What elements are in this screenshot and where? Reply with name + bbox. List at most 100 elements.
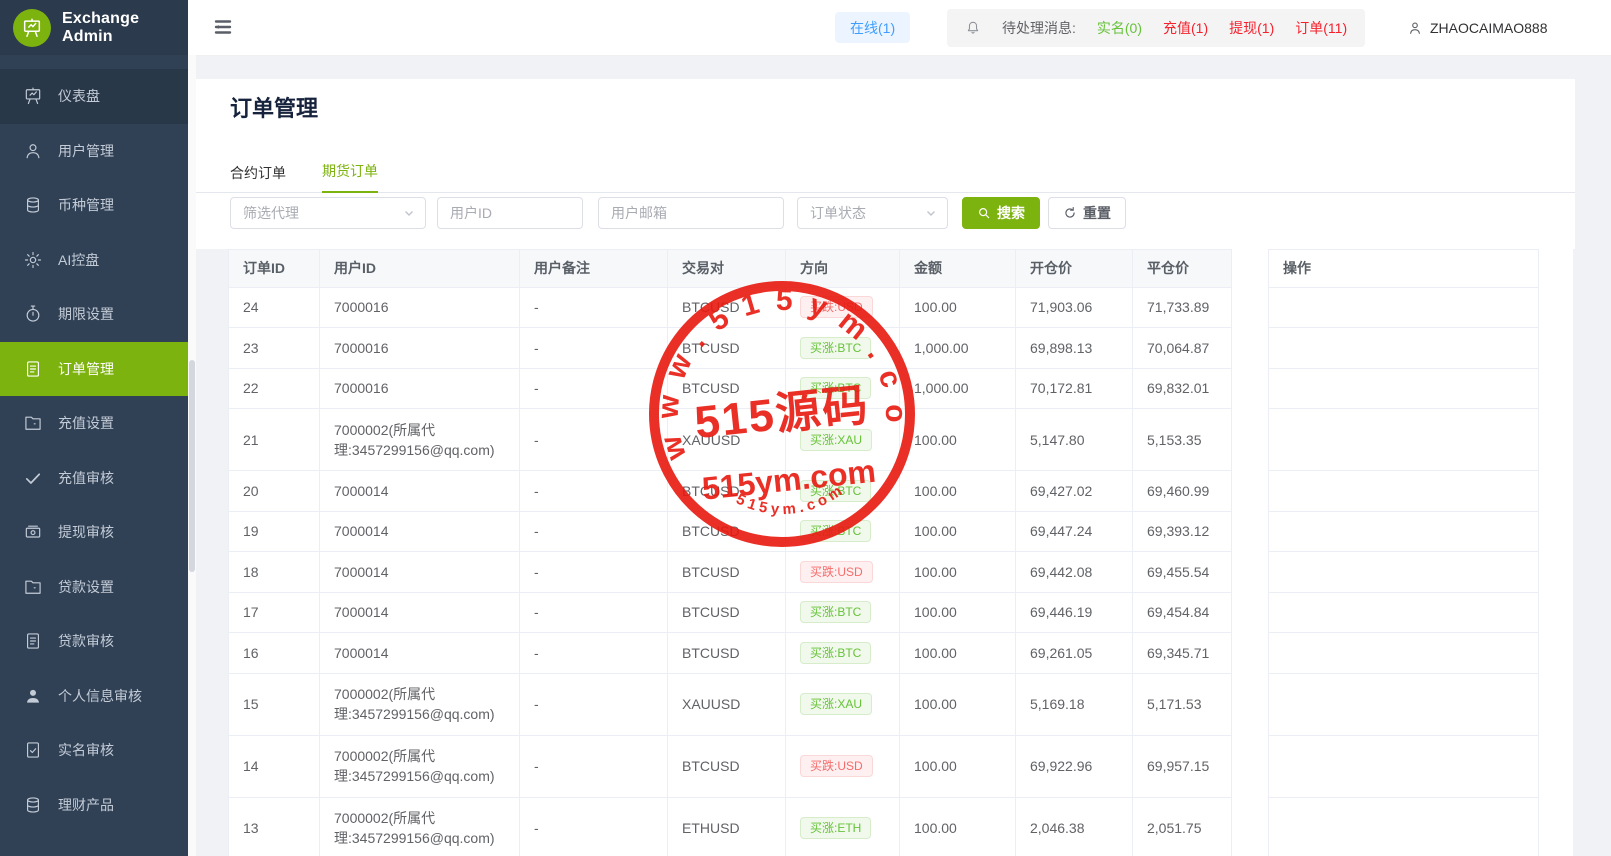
- cell-spacer: [1232, 674, 1268, 736]
- cell-order-id: 21: [228, 409, 320, 471]
- cell-user-note: -: [520, 736, 668, 798]
- cell-open-price: 71,903.06: [1016, 288, 1133, 329]
- sidebar-item-loan-review[interactable]: 贷款审核: [0, 614, 188, 669]
- pending-link[interactable]: 充值(1): [1163, 18, 1208, 38]
- order-status-select[interactable]: 订单状态: [797, 197, 948, 229]
- sidebar-item-label: 个人信息审核: [58, 686, 142, 706]
- user-menu[interactable]: ZHAOCAIMAO888: [1407, 0, 1547, 55]
- direction-badge: 买涨:ETH: [800, 817, 871, 839]
- user-icon: [1407, 20, 1423, 36]
- cell-direction: 买涨:BTC: [786, 369, 900, 410]
- direction-badge: 买涨:BTC: [800, 520, 871, 542]
- table-row: 137000002(所属代理:3457299156@qq.com)-ETHUSD…: [228, 798, 1573, 856]
- loan-settings-icon: [23, 577, 43, 597]
- cell-open-price: 70,172.81: [1016, 369, 1133, 410]
- cell-close-price: 69,455.54: [1133, 552, 1232, 593]
- sidebar-item-wealth-products[interactable]: 理财产品: [0, 778, 188, 833]
- cell-order-id: 13: [228, 798, 320, 856]
- cell-close-price: 69,460.99: [1133, 471, 1232, 512]
- cell-user-id: 7000002(所属代理:3457299156@qq.com): [320, 736, 520, 798]
- cell-spacer: [1232, 328, 1268, 369]
- cell-filler: [1539, 369, 1573, 410]
- sidebar-item-withdraw-review[interactable]: 提现审核: [0, 505, 188, 560]
- search-button[interactable]: 搜索: [962, 197, 1040, 229]
- cell-amount: 100.00: [900, 288, 1016, 329]
- cell-pair: XAUUSD: [668, 409, 786, 471]
- column-spacer: [1232, 249, 1268, 288]
- user-id-input[interactable]: [437, 197, 583, 229]
- agent-filter-select[interactable]: 筛选代理: [230, 197, 426, 229]
- sidebar-item-label: 订单管理: [58, 359, 114, 379]
- ai-control-icon: [23, 250, 43, 270]
- cell-filler: [1539, 409, 1573, 471]
- sidebar-item-deposit-settings[interactable]: 充值设置: [0, 396, 188, 451]
- brand-logo: Exchange Admin: [0, 0, 188, 55]
- sidebar-item-dashboard[interactable]: 仪表盘: [0, 69, 188, 124]
- sidebar-item-coins[interactable]: 币种管理: [0, 178, 188, 233]
- cell-spacer: [1232, 736, 1268, 798]
- page-title: 订单管理: [230, 91, 318, 123]
- sidebar-item-profile-review[interactable]: 个人信息审核: [0, 669, 188, 724]
- direction-badge: 买涨:BTC: [800, 480, 871, 502]
- username: ZHAOCAIMAO888: [1430, 20, 1547, 36]
- cell-filler: [1539, 633, 1573, 674]
- cell-amount: 100.00: [900, 552, 1016, 593]
- cell-filler: [1539, 674, 1573, 736]
- cell-spacer: [1232, 471, 1268, 512]
- cell-user-id: 7000002(所属代理:3457299156@qq.com): [320, 674, 520, 736]
- online-count-badge[interactable]: 在线(1): [835, 12, 910, 43]
- cell-user-id: 7000002(所属代理:3457299156@qq.com): [320, 409, 520, 471]
- column-header: 用户ID: [320, 249, 520, 288]
- cell-spacer: [1232, 409, 1268, 471]
- cell-direction: 买跌:USD: [786, 736, 900, 798]
- agent-filter-placeholder: 筛选代理: [243, 203, 299, 223]
- cell-amount: 100.00: [900, 674, 1016, 736]
- cell-order-id: 24: [228, 288, 320, 329]
- tab-futures-orders[interactable]: 期货订单: [322, 152, 378, 193]
- refresh-icon: [1063, 206, 1077, 220]
- kyc-review-icon: [23, 740, 43, 760]
- content-panel: 订单管理 合约订单 期货订单 筛选代理 订单状态: [196, 79, 1575, 249]
- pending-messages-label: 待处理消息:: [1002, 18, 1076, 38]
- pending-link[interactable]: 实名(0): [1097, 18, 1142, 38]
- cell-spacer: [1232, 512, 1268, 553]
- table-row: 147000002(所属代理:3457299156@qq.com)-BTCUSD…: [228, 736, 1573, 798]
- deposit-review-icon: [23, 468, 43, 488]
- sidebar-menu: 仪表盘用户管理币种管理 AI控盘期限设置订单管理充值设置充值审核提现审核贷款设置贷…: [0, 55, 188, 832]
- cell-close-price: 69,957.15: [1133, 736, 1232, 798]
- sidebar-item-label: AI控盘: [58, 250, 99, 270]
- hamburger-icon[interactable]: [213, 17, 233, 37]
- cell-user-id: 7000002(所属代理:3457299156@qq.com): [320, 798, 520, 856]
- cell-actions: [1268, 798, 1539, 856]
- sidebar-item-timer[interactable]: 期限设置: [0, 287, 188, 342]
- reset-button[interactable]: 重置: [1048, 197, 1126, 229]
- cell-pair: BTCUSD: [668, 633, 786, 674]
- sidebar-item-kyc-review[interactable]: 实名审核: [0, 723, 188, 778]
- dashboard-icon: [23, 86, 43, 106]
- sidebar-scrollbar[interactable]: [188, 55, 196, 856]
- table-row: 167000014-BTCUSD买涨:BTC100.0069,261.0569,…: [228, 633, 1573, 674]
- pending-link[interactable]: 订单(11): [1295, 18, 1347, 38]
- cell-close-price: 71,733.89: [1133, 288, 1232, 329]
- sidebar-item-loan-settings[interactable]: 贷款设置: [0, 560, 188, 615]
- cell-direction: 买涨:ETH: [786, 798, 900, 856]
- column-header: 用户备注: [520, 249, 668, 288]
- sidebar-scrollbar-thumb[interactable]: [189, 360, 195, 572]
- sidebar-item-users[interactable]: 用户管理: [0, 124, 188, 179]
- order-status-placeholder: 订单状态: [810, 203, 866, 223]
- sidebar-item-label: 理财产品: [58, 795, 114, 815]
- user-email-input[interactable]: [598, 197, 784, 229]
- cell-filler: [1539, 736, 1573, 798]
- tab-contract-orders[interactable]: 合约订单: [230, 154, 286, 193]
- table-row: 227000016-BTCUSD买涨:BTC1,000.0070,172.816…: [228, 369, 1573, 410]
- table-row: 187000014-BTCUSD买跌:USD100.0069,442.0869,…: [228, 552, 1573, 593]
- cell-order-id: 23: [228, 328, 320, 369]
- cell-user-note: -: [520, 369, 668, 410]
- sidebar-item-label: 提现审核: [58, 522, 114, 542]
- table-body: 247000016-BTCUSD买跌:USD100.0071,903.0671,…: [228, 288, 1573, 856]
- table-row: 217000002(所属代理:3457299156@qq.com)-XAUUSD…: [228, 409, 1573, 471]
- pending-link[interactable]: 提现(1): [1229, 18, 1274, 38]
- sidebar-item-orders[interactable]: 订单管理: [0, 342, 188, 397]
- sidebar-item-ai-control[interactable]: AI控盘: [0, 233, 188, 288]
- sidebar-item-deposit-review[interactable]: 充值审核: [0, 451, 188, 506]
